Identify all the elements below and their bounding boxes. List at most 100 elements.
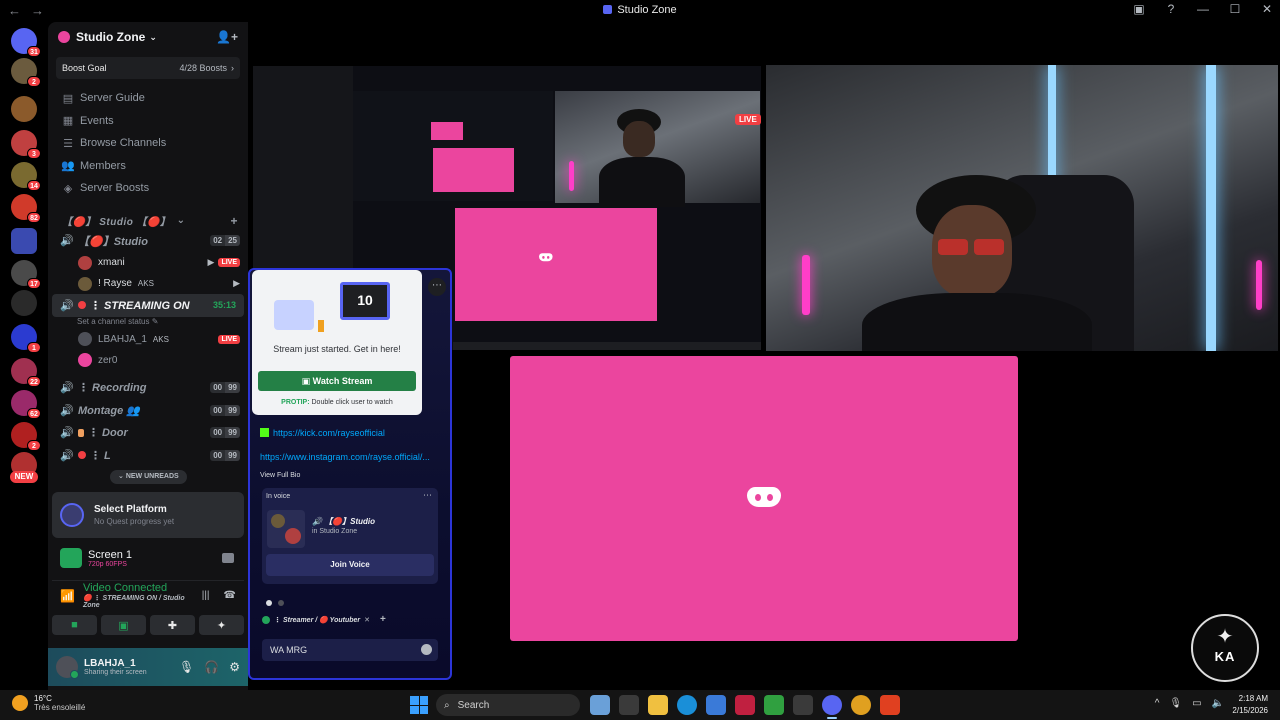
server-icon-studio-zone[interactable] [11,290,37,316]
emoji-icon[interactable] [421,644,432,655]
blue-light [1206,65,1216,351]
server-icon-server-7[interactable]: 1 [11,324,41,353]
remove-role-icon[interactable]: ✕ [364,616,370,624]
taskbar-clock[interactable]: 2:18 AM 2/15/2026 [1232,693,1268,717]
menu-item-server-guide[interactable]: ▤ Server Guide [48,87,248,110]
add-member-icon[interactable]: 👤+ [216,30,238,44]
taskbar-app-file-explorer-icon[interactable] [648,695,668,715]
menu-item-browse-channels[interactable]: ☰ Browse Channels [48,132,248,155]
server-icon-server-9[interactable]: 62 [11,390,41,419]
voice-channel-last[interactable]: 🔊 ⋮ L 00 99 [48,444,248,467]
mention-badge: 2 [27,76,41,87]
inbox-icon[interactable]: ▣ [1130,2,1148,16]
server-icon-server-1[interactable]: 2 [11,58,41,87]
soundboard-button[interactable]: ✦ [199,615,244,635]
server-icon-server-10[interactable]: 2 [11,422,41,451]
message-input[interactable]: WA MRG [262,639,438,661]
new-badge[interactable]: NEW [10,471,38,483]
voice-channel-door[interactable]: 🔊 ⋮ Door 00 99 [48,422,248,445]
taskbar-app-game-icon[interactable] [764,695,784,715]
taskbar-app-store-icon[interactable] [706,695,726,715]
server-icon-server-8[interactable]: 22 [11,358,41,387]
taskbar-app-boat-app-icon[interactable] [590,695,610,715]
server-icon-server-4[interactable]: 14 [11,162,41,191]
microphone-icon[interactable]: 🎙 [1169,698,1182,709]
kick-link[interactable]: https://kick.com/rayseofficial [260,428,438,438]
new-unreads-pill[interactable]: ⌄ NEW UNREADS [110,470,187,484]
microphone-icon[interactable]: 🎙 [179,660,194,674]
server-icon-server-5[interactable]: 82 [11,194,41,223]
taskbar-app-brave-icon[interactable] [880,695,900,715]
voice-user-rayse[interactable]: ! Rayse AKS ▶ [48,273,248,294]
menu-item-events[interactable]: ▦ Events [48,110,248,133]
headphones-icon[interactable]: 🎧 [204,660,219,674]
disconnect-icon[interactable]: ☎ [224,590,236,601]
menu-item-server-boosts[interactable]: ◈ Server Boosts [48,177,248,200]
screen-share-panel[interactable]: Screen 1 720p 60FPS [52,542,244,574]
boost-goal-bar[interactable]: Boost Goal 4/28 Boosts › [56,57,240,79]
server-icon-discord-home[interactable]: 31 [11,28,41,57]
instagram-link[interactable]: https://www.instagram.com/rayse.official… [260,452,438,462]
back-arrow-icon[interactable]: ← [8,3,21,18]
chevron-up-icon[interactable]: ^ [1155,698,1160,709]
noise-suppression-icon[interactable]: ||| [202,590,210,601]
voice-channel-recording[interactable]: 🔊 ⋮ Recording 00 99 [48,377,248,400]
server-icon-folder[interactable] [11,228,37,254]
minimize-icon[interactable]: — [1194,2,1212,16]
watch-stream-label: Watch Stream [312,376,373,386]
taskbar-app-edge-icon[interactable] [677,695,697,715]
voice-status[interactable]: Video Connected [83,582,202,594]
network-icon[interactable]: ▭ [1192,698,1201,709]
page-dot[interactable] [278,600,284,606]
quest-panel[interactable]: Select Platform No Quest progress yet [52,492,244,538]
add-role-icon[interactable]: + [380,614,386,625]
taskbar-app-voicemod-icon[interactable] [735,695,755,715]
count-b: 99 [225,449,240,461]
server-icon-server-3[interactable]: 3 [11,130,41,159]
windows-start-icon[interactable] [410,696,428,714]
user-avatar[interactable] [56,656,79,679]
more-options-icon[interactable]: ⋯ [423,490,432,501]
activities-button[interactable]: ✚ [150,615,195,635]
menu-item-members[interactable]: 👥 Members [48,155,248,178]
category-studio[interactable]: 【🔴】 Studio 【🔴】 ⌄ + [48,212,248,230]
voice-channel-studio[interactable]: 🔊 【🔴】Studio 02 25 [48,230,248,253]
maximize-icon[interactable]: ☐ [1226,2,1244,16]
voice-channel-montage[interactable]: 🔊 Montage 👥 00 99 [48,399,248,422]
page-dot[interactable] [266,600,272,606]
add-channel-icon[interactable]: + [230,214,238,228]
more-options-icon[interactable]: ⋯ [428,278,446,296]
channel-status-input[interactable]: Set a channel status ✎ [48,317,248,329]
close-icon[interactable]: ✕ [1258,2,1276,16]
watch-stream-button[interactable]: ▣ Watch Stream [258,371,416,391]
help-icon[interactable]: ? [1162,2,1180,16]
taskbar-app-chrome-icon[interactable] [851,695,871,715]
stop-share-icon[interactable] [222,553,234,563]
settings-gear-icon[interactable]: ⚙ [229,660,240,674]
chevron-down-icon: ⌄ [118,473,126,480]
voice-channel-streaming-on[interactable]: 🔊 ⋮ STREAMING ON 35:13 [52,294,244,317]
join-voice-button[interactable]: Join Voice [266,554,434,576]
voice-user-lbahja[interactable]: LBAHJA_1 AKS LIVE [48,329,248,350]
weather-widget[interactable]: 16°C Très ensoleillé [12,694,85,712]
webcam-tile[interactable] [766,65,1278,351]
taskbar-app-streamlabs-icon[interactable] [793,695,813,715]
speaker-icon: 🔊 [60,299,74,312]
screen-share-button[interactable]: ▣ [101,615,146,635]
server-header[interactable]: Studio Zone ⌄ 👤+ [48,22,248,52]
server-icon-server-2[interactable] [11,96,37,122]
taskbar-app-taskview-icon[interactable] [619,695,639,715]
main-stream-tile[interactable] [510,356,1018,641]
volume-icon[interactable]: 🔈 [1212,698,1224,709]
taskbar-app-discord-icon[interactable] [822,695,842,719]
forward-arrow-icon[interactable]: → [31,3,44,18]
voice-channel-link[interactable]: 🔴 ⋮ STREAMING ON / Studio Zone [83,594,202,609]
view-full-bio-link[interactable]: View Full Bio [260,472,300,479]
voice-user-xmani[interactable]: xmani ▶ LIVE [48,252,248,273]
camera-button[interactable]: ■ [52,615,97,635]
taskbar-search[interactable]: ⌕ Search [436,694,580,716]
user-count: 02 25 [210,235,240,247]
role-dot-icon [262,615,270,624]
voice-user-zer0[interactable]: zer0 [48,350,248,371]
server-icon-server-6[interactable]: 17 [11,260,41,289]
